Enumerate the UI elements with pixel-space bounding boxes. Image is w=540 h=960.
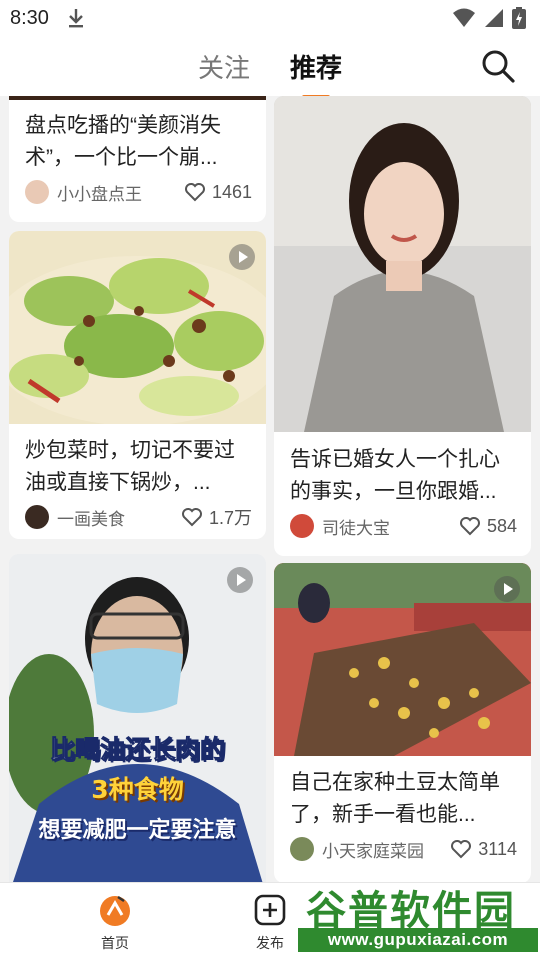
- status-bar: 8:30: [0, 0, 540, 36]
- nav-publish-label: 发布: [256, 935, 284, 951]
- search-icon[interactable]: [480, 48, 516, 84]
- heart-icon: [451, 840, 472, 859]
- status-icons: [452, 7, 526, 29]
- nav-home-label: 首页: [101, 935, 129, 951]
- author-avatar: [290, 514, 314, 538]
- author-name: 小小盘点王: [57, 184, 142, 204]
- video-play-icon: [494, 576, 520, 602]
- like-count: 3114: [478, 838, 517, 859]
- feed-card[interactable]: 告诉已婚女人一个扎心的事实，一旦你跟婚... 司徒大宝 584: [274, 96, 531, 556]
- overlay-line-1: 比喝油还长肉的: [49, 735, 225, 765]
- card-meta: 小天家庭菜园 3114: [290, 835, 517, 863]
- card-title: 炒包菜时，切记不要过油或直接下锅炒，...: [25, 439, 235, 494]
- status-time: 8:30: [10, 6, 49, 29]
- like-button[interactable]: 584: [459, 516, 517, 537]
- card-meta: 一画美食 1.7万: [25, 503, 252, 531]
- heart-icon: [459, 517, 480, 536]
- like-count: 1.7万: [208, 508, 252, 528]
- heart-icon: [181, 508, 202, 527]
- tab-following-label: 关注: [197, 52, 250, 83]
- feed-card[interactable]: 比喝油还长肉的 3种食物 想要减肥一定要注意: [9, 554, 266, 882]
- like-button[interactable]: 1.7万: [181, 504, 252, 530]
- author-name: 一画美食: [57, 509, 125, 529]
- card-title: 告诉已婚女人一个扎心的事实，一旦你跟婚...: [290, 448, 500, 503]
- tab-following[interactable]: 关注: [178, 48, 270, 85]
- watermark-url: www.gupuxiazai.com: [298, 928, 538, 952]
- top-nav: 关注 推荐: [0, 36, 540, 99]
- feed-card[interactable]: 炒包菜时，切记不要过油或直接下锅炒，... 一画美食 1.7万: [9, 231, 266, 539]
- card-meta: 司徒大宝 584: [290, 512, 517, 540]
- feed-grid: 盘点吃播的“美颜消失术”，一个比一个崩... 小小盘点王 1461 炒包菜时，切…: [0, 96, 540, 882]
- tab-recommended-label: 推荐: [290, 52, 343, 83]
- overlay-line-3: 想要减肥一定要注意: [38, 818, 237, 843]
- download-icon: [68, 9, 83, 28]
- author-name: 司徒大宝: [322, 518, 390, 538]
- video-play-icon: [227, 567, 253, 593]
- like-count: 1461: [211, 181, 252, 202]
- video-play-icon: [229, 244, 255, 270]
- battery-icon: [512, 7, 526, 29]
- like-button[interactable]: 3114: [450, 839, 517, 860]
- heart-icon: [184, 183, 205, 202]
- card-thumbnail: [9, 96, 266, 100]
- wifi-icon: [453, 8, 475, 27]
- author-avatar: [290, 837, 314, 861]
- card-meta: 小小盘点王 1461: [25, 178, 252, 206]
- author-avatar: [25, 180, 49, 204]
- like-count: 584: [486, 515, 517, 536]
- add-post-icon: [254, 894, 286, 926]
- signal-icon: [485, 9, 503, 27]
- card-title: 自己在家种土豆太简单了，新手一看也能...: [290, 771, 500, 826]
- author-avatar: [25, 505, 49, 529]
- video-caption-overlay: 比喝油还长肉的 3种食物 想要减肥一定要注意: [9, 730, 266, 844]
- card-thumbnail: [274, 96, 531, 432]
- card-title: 盘点吃播的“美颜消失术”，一个比一个崩...: [25, 114, 221, 169]
- tab-recommended[interactable]: 推荐: [270, 48, 362, 99]
- home-icon: [100, 895, 130, 926]
- nav-home[interactable]: 首页: [75, 893, 155, 953]
- site-watermark: 谷普软件园 www.gupuxiazai.com: [298, 878, 538, 956]
- feed-card[interactable]: 盘点吃播的“美颜消失术”，一个比一个崩... 小小盘点王 1461: [9, 96, 266, 222]
- overlay-line-2: 3种食物: [91, 775, 184, 804]
- feed-card[interactable]: 自己在家种土豆太简单了，新手一看也能... 小天家庭菜园 3114: [274, 563, 531, 882]
- like-button[interactable]: 1461: [184, 182, 252, 203]
- author-name: 小天家庭菜园: [322, 841, 424, 861]
